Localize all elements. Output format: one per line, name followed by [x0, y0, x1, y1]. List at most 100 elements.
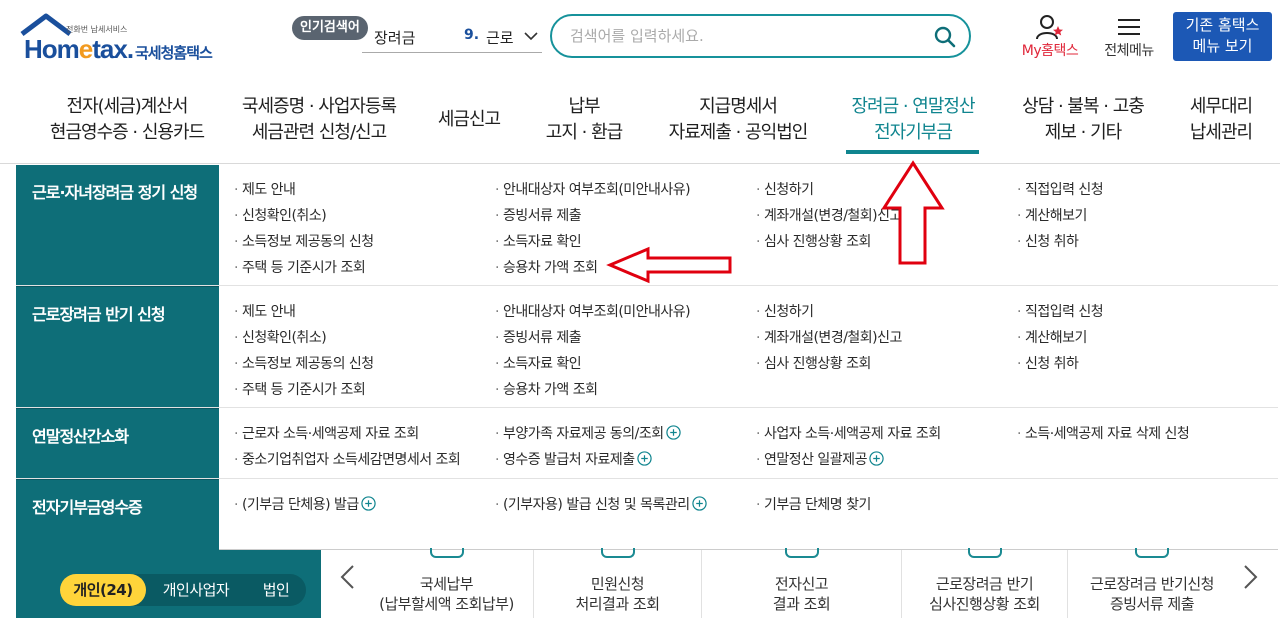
popular-search-underline — [362, 52, 542, 53]
user-star-icon — [1036, 15, 1063, 40]
menu-link[interactable]: 제도 안내 — [234, 301, 296, 321]
quick-item-tax-payment[interactable]: 국세납부 (납부할세액 조회납부) — [360, 548, 534, 618]
plus-circle-icon[interactable] — [636, 451, 652, 466]
my-hometax-button[interactable]: My홈택스 — [1014, 12, 1086, 62]
popular-search-rank-word[interactable]: 근로 — [486, 27, 514, 48]
menu-link[interactable]: 신청 취하 — [1017, 353, 1079, 373]
logo-korean-name: 국세청홈택스 — [135, 44, 213, 62]
gnb-line1: 납부 — [568, 96, 600, 117]
category-row: 근로장려금 반기 신청 제도 안내 안내대상자 여부조회(미안내사유) 신청하기… — [16, 287, 1278, 408]
menu-link[interactable]: 신청확인(취소) — [234, 205, 327, 225]
quick-menu-strip: 개인(24) 개인사업자 법인 국세납부 (납부할세액 조회납부) 민원신청처리결… — [0, 548, 1280, 618]
quick-item-e-filing[interactable]: 전자신고 결과 조회 — [702, 548, 902, 618]
menu-link[interactable]: 증빙서류 제출 — [495, 205, 582, 225]
left-arrow-annotation — [606, 246, 732, 284]
menu-link[interactable]: 신청하기 — [756, 301, 814, 321]
plus-circle-icon[interactable] — [361, 496, 376, 511]
menu-link[interactable]: 연말정산 일괄제공 — [756, 449, 884, 469]
menu-link[interactable]: 안내대상자 여부조회(미안내사유) — [495, 301, 691, 321]
menu-link[interactable]: 소득정보 제공동의 신청 — [234, 231, 374, 251]
chevron-right-icon[interactable] — [1240, 564, 1260, 590]
hometax-logo[interactable]: 전화번 납세서비스 Hometax. 국세청홈택스 — [18, 12, 238, 64]
menu-link[interactable]: 영수증 발급처 자료제출 — [495, 449, 652, 469]
old-menu-line2: 메뉴 보기 — [1192, 37, 1253, 55]
search-input[interactable] — [570, 24, 910, 48]
menu-link[interactable]: 신청확인(취소) — [234, 327, 327, 347]
menu-link[interactable]: 소득·세액공제 자료 삭제 신청 — [1017, 423, 1190, 443]
menu-link[interactable]: 사업자 소득·세액공제 자료 조회 — [756, 423, 941, 443]
gnb-item-consulting[interactable]: 상담 · 불복 · 고충 제보 · 기타 — [1010, 94, 1156, 146]
plus-circle-icon[interactable] — [691, 496, 707, 511]
all-menu-button[interactable]: 전체메뉴 — [1097, 12, 1161, 62]
menu-link[interactable]: 부양가족 자료제공 동의/조회 — [495, 423, 681, 443]
menu-link[interactable]: 증빙서류 제출 — [495, 327, 582, 347]
quick-item-civil-petition[interactable]: 민원신청처리결과 조회 — [534, 548, 702, 618]
menu-link[interactable]: 직접입력 신청 — [1017, 179, 1104, 199]
old-hometax-menu-button[interactable]: 기존 홈택스 메뉴 보기 — [1173, 12, 1272, 61]
search-icon[interactable] — [933, 25, 957, 49]
gnb-line2: 세금관련 신청/신고 — [251, 122, 387, 143]
category-row: 전자기부금영수증 (기부금 단체용) 발급 (기부자용) 발급 신청 및 목록관… — [16, 480, 1278, 550]
quick-line1: 국세납부 — [419, 575, 474, 593]
menu-link[interactable]: 주택 등 기준시가 조회 — [234, 379, 366, 399]
category-title[interactable]: 전자기부금영수증 — [32, 494, 143, 518]
quick-item-review-status[interactable]: 근로장려금 반기 심사진행상황 조회 — [902, 548, 1068, 618]
popular-search-rank: 9. — [464, 27, 480, 43]
gnb-line1: 장려금 · 연말정산 — [851, 96, 975, 117]
menu-link[interactable]: 심사 진행상황 조회 — [756, 353, 871, 373]
mega-dropdown: 근로·자녀장려금 정기 신청 제도 안내 안내대상자 여부조회(미안내사유) 신… — [16, 165, 1278, 550]
quick-line2: (납부할세액 조회납부) — [379, 595, 514, 613]
menu-link[interactable]: 승용차 가액 조회 — [495, 379, 598, 399]
menu-link[interactable]: (기부금 단체용) 발급 — [234, 494, 376, 514]
gnb-item-tax-filing[interactable]: 세금신고 — [428, 107, 510, 133]
quick-line1: 민원신청 — [590, 575, 645, 593]
menu-link[interactable]: 중소기업취업자 소득세감면명세서 조회 — [234, 449, 461, 469]
gnb-item-incentives[interactable]: 장려금 · 연말정산 전자기부금 — [842, 94, 984, 146]
gnb-item-payment[interactable]: 납부 고지 · 환급 — [526, 94, 642, 146]
global-navigation: 전자(세금)계산서 현금영수증 · 신용카드 국세증명 · 사업자등록 세금관련… — [0, 80, 1280, 164]
tab-corporation[interactable]: 법인 — [246, 574, 306, 606]
quick-item-icon — [429, 548, 464, 558]
gnb-line1: 세무대리 — [1189, 96, 1253, 117]
gnb-item-tax-agent[interactable]: 세무대리 납세관리 — [1180, 94, 1262, 146]
menu-link[interactable]: 심사 진행상황 조회 — [756, 231, 871, 251]
menu-link[interactable]: 기부금 단체명 찾기 — [756, 494, 871, 514]
menu-link[interactable]: 계산해보기 — [1017, 327, 1087, 347]
quick-line1: 전자신고 — [774, 575, 829, 593]
menu-link-car-value[interactable]: 승용차 가액 조회 — [495, 257, 598, 277]
menu-link[interactable]: 안내대상자 여부조회(미안내사유) — [495, 179, 691, 199]
tab-sole-proprietor[interactable]: 개인사업자 — [146, 574, 246, 606]
quick-line1: 근로장려금 반기신청 — [1090, 575, 1214, 593]
menu-link[interactable]: 신청하기 — [756, 179, 814, 199]
menu-link[interactable]: 제도 안내 — [234, 179, 296, 199]
quick-line2: 심사진행상황 조회 — [929, 595, 1040, 613]
gnb-item-certificates[interactable]: 국세증명 · 사업자등록 세금관련 신청/신고 — [226, 94, 412, 146]
plus-circle-icon[interactable] — [665, 425, 681, 440]
category-title[interactable]: 근로장려금 반기 신청 — [32, 301, 166, 325]
popular-search-term[interactable]: 장려금 — [374, 27, 415, 48]
gnb-line2: 고지 · 환급 — [545, 122, 623, 143]
menu-link[interactable]: 주택 등 기준시가 조회 — [234, 257, 366, 277]
quick-item-evidence-submit[interactable]: 근로장려금 반기신청 증빙서류 제출 — [1068, 548, 1236, 618]
chevron-down-icon[interactable] — [522, 27, 540, 45]
gnb-item-invoice[interactable]: 전자(세금)계산서 현금영수증 · 신용카드 — [38, 94, 216, 146]
up-arrow-annotation — [881, 160, 945, 265]
menu-link[interactable]: 소득자료 확인 — [495, 353, 582, 373]
menu-link[interactable]: 계산해보기 — [1017, 205, 1087, 225]
gnb-item-statements[interactable]: 지급명세서 자료제출 · 공익법인 — [660, 94, 816, 146]
menu-link[interactable]: 계좌개설(변경/철회)신고 — [756, 327, 902, 347]
menu-link[interactable]: 소득정보 제공동의 신청 — [234, 353, 374, 373]
menu-link[interactable]: 근로자 소득·세액공제 자료 조회 — [234, 423, 419, 443]
menu-link[interactable]: (기부자용) 발급 신청 및 목록관리 — [495, 494, 707, 514]
category-title[interactable]: 근로·자녀장려금 정기 신청 — [32, 179, 198, 203]
menu-link[interactable]: 직접입력 신청 — [1017, 301, 1104, 321]
plus-circle-icon[interactable] — [869, 451, 884, 466]
quick-line2: 처리결과 조회 — [575, 595, 660, 613]
menu-link[interactable]: 신청 취하 — [1017, 231, 1079, 251]
chevron-left-icon[interactable] — [338, 564, 358, 590]
tab-individual[interactable]: 개인(24) — [60, 574, 146, 606]
category-title[interactable]: 연말정산간소화 — [32, 423, 129, 447]
menu-link[interactable]: 소득자료 확인 — [495, 231, 582, 251]
logo-wordmark: Hometax. — [24, 34, 134, 64]
quick-item-icon — [1135, 548, 1169, 558]
